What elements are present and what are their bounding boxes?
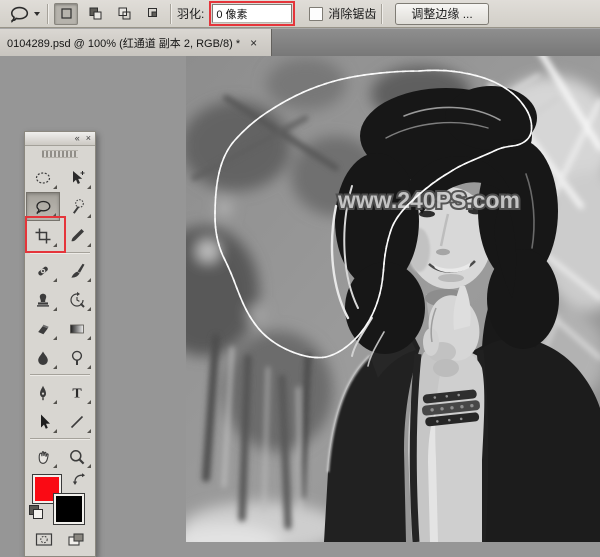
new-selection-button[interactable] (54, 3, 78, 25)
document-tab[interactable]: 0104289.psd @ 100% (红通道 副本 2, RGB/8) * × (0, 29, 272, 56)
gradient-icon (68, 320, 86, 338)
zoom-icon (68, 448, 86, 466)
tool-options-bar: 羽化: 消除锯齿 调整边缘 ... (0, 0, 600, 28)
tools-panel-titlebar[interactable]: « × (25, 132, 95, 146)
crop-icon (34, 227, 52, 245)
eyedropper-tool[interactable] (60, 221, 94, 250)
document-tab-bar: 0104289.psd @ 100% (红通道 副本 2, RGB/8) * × (0, 28, 600, 56)
quick-selection-tool[interactable] (60, 192, 94, 221)
line-tool[interactable] (60, 407, 94, 436)
lasso-tool[interactable] (26, 192, 60, 221)
bracelets (420, 389, 481, 427)
blur-icon (34, 349, 52, 367)
panel-bottom-buttons (25, 525, 95, 556)
path-selection-tool[interactable] (26, 407, 60, 436)
horizontal-type-tool[interactable]: T (60, 378, 94, 407)
photoshop-window: { "options_bar": { "active_tool": "lasso… (0, 0, 600, 542)
tab-close-icon[interactable]: × (250, 37, 257, 49)
add-to-selection-button[interactable] (83, 3, 107, 25)
intersect-with-selection-button[interactable] (141, 3, 165, 25)
antialias-checkbox[interactable] (309, 7, 323, 21)
tool-group-separator (30, 438, 90, 440)
move-icon (68, 169, 86, 187)
intersect-with-selection-icon (145, 5, 162, 22)
clone-stamp-icon (34, 291, 52, 309)
subtract-from-selection-button[interactable] (112, 3, 136, 25)
color-swatches (25, 471, 95, 525)
tool-group-separator (30, 252, 90, 254)
pen-tool[interactable] (26, 378, 60, 407)
eraser-icon (34, 320, 52, 338)
swap-colors-icon[interactable] (72, 472, 86, 486)
brush-tool[interactable] (60, 256, 94, 285)
feather-label: 羽化: (177, 5, 204, 22)
eraser-tool[interactable] (26, 314, 60, 343)
tool-preset-dropdown-icon[interactable] (34, 12, 40, 16)
line-icon (68, 413, 86, 431)
background-color-swatch[interactable] (53, 493, 85, 525)
hand-tool[interactable] (26, 442, 60, 471)
tool-group-separator (30, 374, 90, 376)
collapse-panel-icon[interactable]: « (75, 134, 80, 143)
history-brush-icon (68, 291, 86, 309)
crop-tool[interactable] (26, 221, 60, 250)
subtract-from-selection-icon (116, 5, 133, 22)
panel-gripper[interactable] (25, 146, 95, 161)
blur-tool[interactable] (26, 343, 60, 372)
brush-icon (68, 262, 86, 280)
quick-selection-icon (68, 198, 86, 216)
feather-annotation-box (209, 1, 295, 26)
default-colors-icon[interactable] (29, 505, 43, 519)
dodge-icon (68, 349, 86, 367)
separator (381, 4, 383, 24)
new-selection-icon (58, 5, 75, 22)
move-tool[interactable] (60, 163, 94, 192)
separator (47, 4, 49, 24)
quick-mask-mode-button[interactable] (31, 529, 58, 549)
elliptical-marquee-icon (34, 169, 52, 187)
close-panel-icon[interactable]: × (86, 134, 91, 143)
horizontal-type-icon: T (68, 384, 86, 402)
spot-healing-brush-tool[interactable] (26, 256, 60, 285)
document-title: 0104289.psd @ 100% (红通道 副本 2, RGB/8) * (7, 35, 240, 51)
spot-healing-brush-icon (34, 262, 52, 280)
photo-image: www.240PS.com (186, 56, 600, 542)
separator (170, 4, 172, 24)
screen-mode-button[interactable] (63, 529, 90, 549)
svg-text:T: T (72, 386, 82, 401)
gradient-tool[interactable] (60, 314, 94, 343)
watermark: www.240PS.com (337, 187, 520, 213)
quick-mask-icon (34, 531, 54, 548)
screen-mode-icon (66, 531, 86, 548)
feather-input[interactable] (212, 4, 292, 23)
eyedropper-icon (68, 227, 86, 245)
refine-edge-button[interactable]: 调整边缘 ... (395, 3, 488, 25)
lasso-icon (7, 4, 31, 24)
lasso-icon (34, 198, 52, 216)
hand-icon (34, 448, 52, 466)
canvas[interactable]: www.240PS.com (186, 56, 600, 542)
active-tool-preview[interactable] (5, 4, 42, 24)
add-to-selection-icon (87, 5, 104, 22)
clone-stamp-tool[interactable] (26, 285, 60, 314)
tools-grid: T (25, 161, 95, 471)
dodge-tool[interactable] (60, 343, 94, 372)
elliptical-marquee-tool[interactable] (26, 163, 60, 192)
path-selection-icon (34, 413, 52, 431)
pen-icon (34, 384, 52, 402)
antialias-label: 消除锯齿 (328, 5, 376, 22)
zoom-tool[interactable] (60, 442, 94, 471)
history-brush-tool[interactable] (60, 285, 94, 314)
tools-panel: « × (24, 131, 96, 557)
